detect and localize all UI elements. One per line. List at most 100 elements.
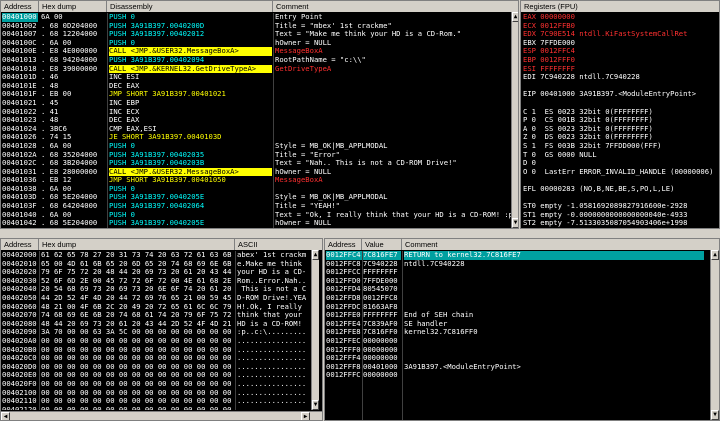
dump-address[interactable]: 004020D0	[2, 363, 38, 372]
dump-address[interactable]: 00402030	[2, 277, 38, 286]
disasm-hex[interactable]: . 68 5E204000	[41, 193, 107, 202]
disasm-comment[interactable]: Style = MB_OK|MB_APPLMODAL	[275, 142, 511, 151]
disasm-comment[interactable]	[275, 185, 511, 194]
register-line[interactable]: ST2 empty -7.5133035087054903406e+1998	[523, 219, 717, 228]
disasm-instruction[interactable]: PUSH 0	[109, 185, 272, 194]
register-line[interactable]: EDI 7C940228 ntdll.7C940228	[523, 73, 717, 82]
register-line[interactable]: EBP 0012FFF0	[523, 56, 717, 65]
stack-value[interactable]: 00000000	[363, 371, 401, 380]
stack-value[interactable]: FFFFFFFF	[363, 311, 401, 320]
stack-address[interactable]: 0012FFF8	[326, 363, 362, 372]
dump-hex-bytes[interactable]: 00 00 00 00 00 00 00 00 00 00 00 00 00 0…	[41, 389, 234, 398]
disasm-address[interactable]: 00401042	[2, 219, 38, 228]
disasm-hex[interactable]: . 6A 00	[41, 185, 107, 194]
stack-address[interactable]: 0012FFD4	[326, 285, 362, 294]
disasm-hex[interactable]: . 68 3B204000	[41, 159, 107, 168]
dump-address[interactable]: 00402050	[2, 294, 38, 303]
disasm-instruction[interactable]: JE SHORT 3A91B397.0040103D	[109, 133, 272, 142]
dump-hex-bytes[interactable]: 44 2D 52 4F 4D 20 44 72 69 76 65 21 00 5…	[41, 294, 234, 303]
stack-vscrollbar[interactable]: ▲ ▼	[710, 250, 719, 420]
stack-value[interactable]: FFFFFFFF	[363, 268, 401, 277]
dump-ascii[interactable]: D-ROM Drive!.YEA	[237, 294, 307, 303]
disasm-address[interactable]: 0040103F	[2, 202, 38, 211]
dump-hex-bytes[interactable]: 74 68 69 6E 6B 20 74 68 61 74 20 79 6F 7…	[41, 311, 234, 320]
dump-hex-bytes[interactable]: 00 00 00 00 00 00 00 00 00 00 00 00 00 0…	[41, 380, 234, 389]
disasm-hex[interactable]: . 68 0D204000	[41, 22, 107, 31]
disassembly-pane[interactable]: Address Hex dump Disassembly Comment 004…	[0, 0, 519, 229]
dump-hex-bytes[interactable]: 00 00 00 00 00 00 00 00 00 00 00 00 00 0…	[41, 354, 234, 363]
register-line[interactable]: Z 0 DS 0023 32bit 0(FFFFFFFF)	[523, 133, 717, 142]
register-line[interactable]: ST0 empty -1.0581692089827916600e-2928	[523, 202, 717, 211]
scroll-up-icon[interactable]: ▲	[512, 12, 518, 22]
disasm-hex[interactable]: . 6A 00	[41, 211, 107, 220]
horizontal-splitter[interactable]	[0, 229, 720, 238]
stack-comment[interactable]	[404, 371, 704, 380]
dump-hex-bytes[interactable]: 48 21 00 4F 6B 2C 20 49 20 72 65 61 6C 6…	[41, 303, 234, 312]
stack-address[interactable]: 0012FFDC	[326, 303, 362, 312]
disasm-address[interactable]: 0040101E	[2, 82, 38, 91]
disasm-hex[interactable]: 6A 00	[41, 13, 107, 22]
register-line[interactable]: ECX 0012FFB0	[523, 22, 717, 31]
disasm-col-address[interactable]: Address	[1, 1, 39, 12]
disasm-address[interactable]: 0040101D	[2, 73, 38, 82]
registers-title[interactable]: Registers (FPU)	[521, 1, 719, 12]
dump-ascii[interactable]: abex' 1st crackm	[237, 251, 307, 260]
stack-comment[interactable]	[404, 337, 704, 346]
scroll-up-icon[interactable]: ▲	[711, 250, 719, 260]
dump-address[interactable]: 00402020	[2, 268, 38, 277]
disasm-instruction[interactable]: INC EBP	[109, 99, 272, 108]
scroll-down-icon[interactable]: ▼	[312, 400, 319, 410]
dump-ascii[interactable]: your HD is a CD-	[237, 268, 307, 277]
disasm-comment[interactable]: Title = "YEAH!"	[275, 202, 511, 211]
scroll-right-icon[interactable]: ▶	[301, 412, 310, 420]
register-line[interactable]: ESI FFFFFFFF	[523, 65, 717, 74]
disasm-instruction[interactable]: CALL <JMP.&KERNEL32.GetDriveTypeA>	[109, 64, 272, 74]
stack-value[interactable]: 0012FFC8	[363, 294, 401, 303]
disasm-hex[interactable]: . 68 35204000	[41, 151, 107, 160]
disasm-instruction[interactable]: PUSH 3A91B397.0040205E	[109, 193, 272, 202]
stack-address[interactable]: 0012FFFC	[326, 371, 362, 380]
disasm-col-comment[interactable]: Comment	[273, 1, 518, 12]
dump-address[interactable]: 004020A0	[2, 337, 38, 346]
disasm-address[interactable]: 00401040	[2, 211, 38, 220]
stack-comment[interactable]	[404, 285, 704, 294]
disasm-address[interactable]: 0040100E	[2, 47, 38, 56]
dump-hex-bytes[interactable]: 00 00 00 00 00 00 00 00 00 00 00 00 00 0…	[41, 346, 234, 355]
dump-vscrollbar[interactable]: ▲ ▼	[311, 250, 319, 410]
register-line[interactable]: O 0 LastErr ERROR_INVALID_HANDLE (000000…	[523, 168, 717, 177]
disasm-address[interactable]: 0040102A	[2, 151, 38, 160]
stack-address[interactable]: 0012FFE8	[326, 328, 362, 337]
disasm-hex[interactable]: . 6A 00	[41, 39, 107, 48]
dump-ascii[interactable]: :p..c:\.........	[237, 328, 307, 337]
register-line[interactable]: EIP 00401000 3A91B397.<ModuleEntryPoint>	[523, 90, 717, 99]
disasm-hex[interactable]: . E8 28000000	[41, 168, 107, 177]
disasm-comment[interactable]	[275, 108, 511, 117]
disasm-instruction[interactable]: PUSH 0	[109, 39, 272, 48]
disasm-comment[interactable]: RootPathName = "c:\\"	[275, 56, 511, 65]
dump-col-ascii[interactable]: ASCII	[235, 239, 322, 250]
dump-hex-bytes[interactable]: 48 44 20 69 73 20 61 20 43 44 2D 52 4F 4…	[41, 320, 234, 329]
disasm-address[interactable]: 00401022	[2, 108, 38, 117]
scroll-down-icon[interactable]: ▼	[711, 410, 719, 420]
disasm-comment[interactable]: Title = "Error"	[275, 151, 511, 160]
disasm-address[interactable]: 0040103D	[2, 193, 38, 202]
disasm-address[interactable]: 00401026	[2, 133, 38, 142]
disasm-address[interactable]: 0040101F	[2, 90, 38, 99]
disasm-instruction[interactable]: PUSH 3A91B397.00402064	[109, 202, 272, 211]
disasm-instruction[interactable]: PUSH 3A91B397.00402094	[109, 56, 272, 65]
disasm-comment[interactable]	[275, 99, 511, 108]
stack-address[interactable]: 0012FFD8	[326, 294, 362, 303]
disasm-comment[interactable]: Text = "Nah.. This is not a CD-ROM Drive…	[275, 159, 511, 168]
disasm-hex[interactable]: . 68 94204000	[41, 56, 107, 65]
disasm-instruction[interactable]: PUSH 3A91B397.0040205E	[109, 219, 272, 228]
disasm-hex[interactable]: . EB 00	[41, 90, 107, 99]
dump-address[interactable]: 004020F0	[2, 380, 38, 389]
scroll-up-icon[interactable]: ▲	[312, 250, 319, 260]
stack-comment[interactable]: 3A91B397.<ModuleEntryPoint>	[404, 363, 704, 372]
dump-hex-bytes[interactable]: 00 00 00 00 00 00 00 00 00 00 00 00 00 0…	[41, 363, 234, 372]
dump-hex-bytes[interactable]: 00 00 00 00 00 00 00 00 00 00 00 00 00 0…	[41, 371, 234, 380]
dump-address[interactable]: 00402060	[2, 303, 38, 312]
dump-address[interactable]: 00402000	[2, 251, 38, 260]
disasm-hex[interactable]: . 6A 00	[41, 142, 107, 151]
disasm-comment[interactable]: Text = "Ok, I really think that your HD …	[275, 211, 511, 220]
